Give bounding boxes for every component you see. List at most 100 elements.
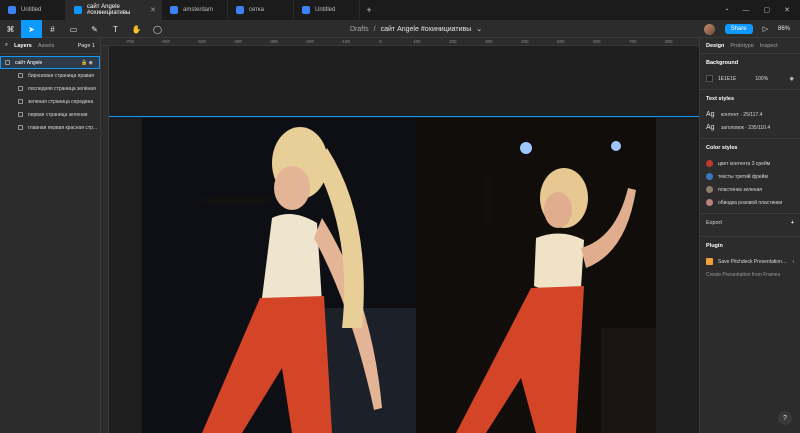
file-tab[interactable]: сетка [228,0,294,20]
new-tab-button[interactable]: + [360,0,378,20]
toolbar-right: Share ▷ 86% [703,20,790,38]
color-swatch[interactable] [706,75,713,82]
search-icon[interactable]: ⌕ [5,42,8,49]
text-tool-icon[interactable]: T [105,20,126,38]
layers-panel-header: ⌕ Layers Assets Page 1 [0,38,100,54]
frame-tool-icon[interactable]: # [42,20,63,38]
lock-eye-icons[interactable]: 🔓 ◉ [81,60,93,66]
maximize-icon[interactable]: ▢ [764,6,771,14]
text-style-item[interactable]: Ag контент · 25/117.4 [706,108,794,121]
layer-item[interactable]: зеленая страница середина [0,95,100,108]
window-close-icon[interactable]: ✕ [784,6,790,14]
eye-icon[interactable]: ◉ [790,76,794,82]
background-opacity[interactable]: 100% [755,76,768,82]
tab-inspect[interactable]: Inspect [760,43,778,49]
frame-top-edge [109,116,699,117]
ruler-tick: 0 [379,39,382,44]
color-style-item[interactable]: тексты третий фрейм [706,170,794,183]
frame-icon [18,99,23,104]
layer-label: бирюзовая страница правая [28,72,94,79]
tab-assets[interactable]: Assets [38,43,55,49]
help-button[interactable]: ? [778,411,792,425]
ruler-tick: 500 [557,39,565,44]
tab-layers[interactable]: Layers [14,43,32,49]
chevron-right-icon[interactable]: › [792,259,794,265]
tab-label: amsterdam [183,7,214,13]
ruler-tick: 100 [413,39,421,44]
breadcrumb-drafts[interactable]: Drafts [350,26,369,33]
move-tool-icon[interactable]: ➤ [21,20,42,38]
breadcrumb-separator: / [373,25,376,33]
file-name[interactable]: сайт Angele #охинициативы [381,26,472,33]
toolbar: ⌘ ➤ # ▭ ✎ T ✋ ◯ Drafts / сайт Angele #ох… [0,20,800,38]
tab-label: сайт Angele #охинициативы [87,4,131,16]
file-tab[interactable]: Untitled [294,0,360,20]
share-button[interactable]: Share [724,24,753,34]
text-style-icon: Ag [706,111,715,118]
export-section: Export + [700,214,800,237]
export-title: Export [706,220,722,226]
tab-label: Untitled [315,7,336,13]
color-style-item[interactable]: цвет контента 3 срейм [706,157,794,170]
file-tab[interactable]: Untitled [0,0,66,20]
layer-item[interactable]: первая страница зеленая [0,108,100,121]
section-title: Export + [706,220,794,226]
ruler-tick: 800 [665,39,673,44]
color-style-label: цвет контента 3 срейм [718,160,771,167]
zoom-level[interactable]: 86% [778,26,790,32]
section-title: Background [706,60,739,66]
file-tab[interactable]: amsterdam [162,0,228,20]
figma-file-icon [302,6,310,14]
plus-icon[interactable]: + [791,220,794,226]
color-style-item[interactable]: обводка розовой пластинки [706,196,794,209]
background-section: Background 1E1E1E 100% ◉ [700,54,800,90]
photo-singer-left[interactable] [142,118,416,433]
canvas[interactable]: -700 -600 -500 -400 -300 -200 -100 0 100… [101,38,699,433]
hand-tool-icon[interactable]: ✋ [126,20,147,38]
minimize-icon[interactable]: — [743,7,750,14]
play-icon[interactable]: ▷ [763,25,768,33]
photo-singer-right[interactable] [416,118,656,433]
ruler-tick: -500 [197,39,207,44]
close-icon[interactable]: ✕ [150,6,156,14]
layer-label: первая страница зеленая [28,111,88,118]
color-style-label: тексты третий фрейм [718,173,768,180]
text-style-item[interactable]: Ag заголовок · 235/110.4 [706,121,794,134]
comment-tool-icon[interactable]: ◯ [147,20,168,38]
background-fill-row[interactable]: 1E1E1E 100% ◉ [706,72,794,85]
tab-prototype[interactable]: Prototype [730,43,754,49]
layer-item[interactable]: бирюзовая страница правая [0,69,100,82]
tool-group: ⌘ ➤ # ▭ ✎ T ✋ ◯ [0,20,168,38]
background-hex[interactable]: 1E1E1E [718,76,736,82]
bell-icon[interactable]: ◔ [724,7,728,14]
frame-icon [18,86,23,91]
figma-file-icon [236,6,244,14]
file-tab-active[interactable]: сайт Angele #охинициативы ✕ [66,0,162,20]
section-title: Text styles [706,96,735,102]
main-menu-icon[interactable]: ⌘ [0,20,21,38]
tab-bar: Untitled сайт Angele #охинициативы ✕ ams… [0,0,800,20]
plugin-item[interactable]: Save Pitchdeck Presentation... › [706,255,794,268]
ruler-tick: -200 [305,39,315,44]
layer-frame-selected[interactable]: сайт Angele 🔓 ◉ [0,56,100,69]
text-style-label: контент · 25/117.4 [721,111,763,118]
design-panel-tabs: Design Prototype Inspect [700,38,800,54]
frame-icon [18,112,23,117]
color-style-item[interactable]: пластинка зеленая [706,183,794,196]
avatar[interactable] [703,23,715,35]
plugin-icon [706,258,713,265]
layer-label: сайт Angele [15,59,43,66]
ruler-left [101,46,109,433]
ruler-top: -700 -600 -500 -400 -300 -200 -100 0 100… [101,38,699,46]
chevron-down-icon[interactable]: ⌄ [476,25,482,33]
plugin-section: Plugin Save Pitchdeck Presentation... › … [700,237,800,285]
tab-label: Untitled [21,7,42,13]
pen-tool-icon[interactable]: ✎ [84,20,105,38]
layer-item[interactable]: главная первая красная стр... [0,121,100,134]
plugin-subtitle[interactable]: Create Presentation from Frames [706,268,794,281]
page-selector[interactable]: Page 1 [78,43,95,49]
ruler-tick: 700 [629,39,637,44]
layer-item[interactable]: последняя страница зелёная [0,82,100,95]
shape-tool-icon[interactable]: ▭ [63,20,84,38]
tab-design[interactable]: Design [706,43,724,49]
